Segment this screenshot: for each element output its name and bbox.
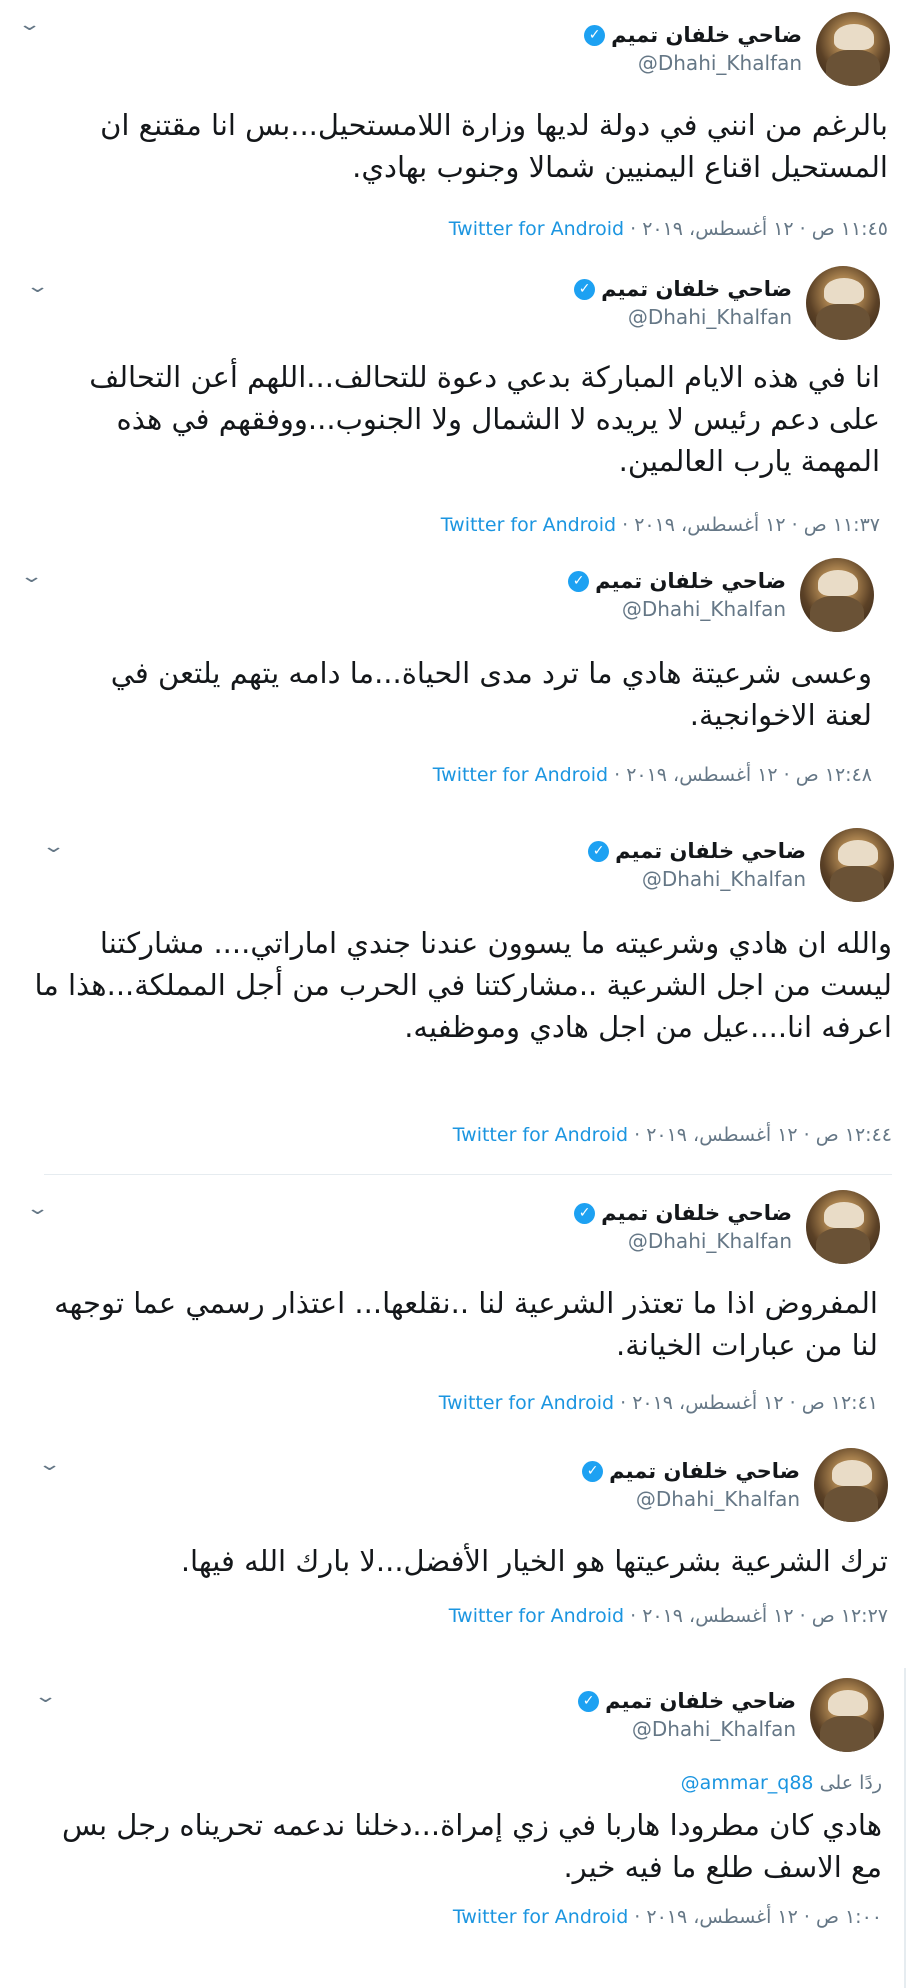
- user-handle[interactable]: @Dhahi_Khalfan: [574, 1229, 792, 1253]
- tweet-header: ضاحي خلفان تميم ✓ @Dhahi_Khalfan: [578, 1678, 884, 1752]
- user-handle[interactable]: @Dhahi_Khalfan: [568, 597, 786, 621]
- tweet-header: ضاحي خلفان تميم ✓ @Dhahi_Khalfan: [588, 828, 894, 902]
- chevron-down-icon[interactable]: ⌄: [41, 836, 65, 857]
- tweet-header: ضاحي خلفان تميم ✓ @Dhahi_Khalfan: [574, 266, 880, 340]
- verified-badge-icon: ✓: [582, 1460, 604, 1482]
- verified-badge-icon: ✓: [574, 1202, 596, 1224]
- reply-mention-link[interactable]: @ammar_q88: [681, 1772, 814, 1794]
- verified-badge-icon: ✓: [568, 570, 590, 592]
- tweet-timestamp[interactable]: ١٢:٤٤ ص · ١٢ أغسطس، ٢٠١٩ · Twitter for A…: [453, 1124, 892, 1146]
- verified-badge-icon: ✓: [574, 278, 596, 300]
- display-name[interactable]: ضاحي خلفان تميم: [605, 1689, 796, 1713]
- client-link[interactable]: Twitter for Android: [453, 1906, 628, 1928]
- client-link[interactable]: Twitter for Android: [439, 1392, 614, 1414]
- display-name[interactable]: ضاحي خلفان تميم: [609, 1459, 800, 1483]
- avatar[interactable]: [806, 1190, 880, 1264]
- chevron-down-icon[interactable]: ⌄: [25, 276, 49, 297]
- avatar[interactable]: [814, 1448, 888, 1522]
- chevron-down-icon[interactable]: ⌄: [37, 1454, 61, 1475]
- tweet-text: وعسى شرعيتة هادي ما ترد مدى الحياة...ما …: [110, 656, 872, 732]
- display-name[interactable]: ضاحي خلفان تميم: [595, 569, 786, 593]
- user-handle[interactable]: @Dhahi_Khalfan: [584, 51, 802, 75]
- reply-context: ردًا على @ammar_q88: [680, 1772, 882, 1794]
- tweet-timestamp[interactable]: ١:٠٠ ص · ١٢ أغسطس، ٢٠١٩ · Twitter for An…: [453, 1906, 882, 1928]
- scroll-edge: [904, 1668, 906, 1988]
- tweet-header: ضاحي خلفان تميم ✓ @Dhahi_Khalfan: [584, 12, 890, 86]
- divider: [44, 1174, 892, 1175]
- display-name[interactable]: ضاحي خلفان تميم: [615, 839, 806, 863]
- avatar[interactable]: [806, 266, 880, 340]
- tweet-timestamp[interactable]: ١١:٤٥ ص · ١٢ أغسطس، ٢٠١٩ · Twitter for A…: [449, 218, 888, 240]
- avatar[interactable]: [800, 558, 874, 632]
- verified-badge-icon: ✓: [588, 840, 610, 862]
- tweet-header: ضاحي خلفان تميم ✓ @Dhahi_Khalfan: [574, 1190, 880, 1264]
- user-handle[interactable]: @Dhahi_Khalfan: [574, 305, 792, 329]
- chevron-down-icon[interactable]: ⌄: [25, 1198, 49, 1219]
- tweet-text: المفروض اذا ما تعتذر الشرعية لنا ..نقلعه…: [54, 1286, 878, 1362]
- tweet-header: ضاحي خلفان تميم ✓ @Dhahi_Khalfan: [568, 558, 874, 632]
- tweet-text: هادي كان مطرودا هاربا في زي إمراة...دخلن…: [62, 1808, 882, 1884]
- avatar[interactable]: [816, 12, 890, 86]
- avatar[interactable]: [820, 828, 894, 902]
- tweet-text: والله ان هادي وشرعيته ما يسوون عندنا جند…: [34, 926, 892, 1044]
- display-name[interactable]: ضاحي خلفان تميم: [611, 23, 802, 47]
- user-handle[interactable]: @Dhahi_Khalfan: [578, 1717, 796, 1741]
- tweet-text: ترك الشرعية بشرعيتها هو الخيار الأفضل...…: [180, 1544, 888, 1578]
- tweet-timestamp[interactable]: ١٢:٢٧ ص · ١٢ أغسطس، ٢٠١٩ · Twitter for A…: [449, 1605, 888, 1627]
- user-handle[interactable]: @Dhahi_Khalfan: [582, 1487, 800, 1511]
- client-link[interactable]: Twitter for Android: [453, 1124, 628, 1146]
- avatar[interactable]: [810, 1678, 884, 1752]
- tweet-timestamp[interactable]: ١٢:٤٨ ص · ١٢ أغسطس، ٢٠١٩ · Twitter for A…: [433, 764, 872, 786]
- chevron-down-icon[interactable]: ⌄: [17, 14, 41, 35]
- client-link[interactable]: Twitter for Android: [449, 218, 624, 240]
- user-handle[interactable]: @Dhahi_Khalfan: [588, 867, 806, 891]
- client-link[interactable]: Twitter for Android: [449, 1605, 624, 1627]
- tweet-timestamp[interactable]: ١٢:٤١ ص · ١٢ أغسطس، ٢٠١٩ · Twitter for A…: [439, 1392, 878, 1414]
- verified-badge-icon: ✓: [584, 24, 606, 46]
- tweet-text: بالرغم من انني في دولة لديها وزارة اللام…: [100, 108, 888, 184]
- client-link[interactable]: Twitter for Android: [441, 514, 616, 536]
- chevron-down-icon[interactable]: ⌄: [33, 1686, 57, 1707]
- tweet-timestamp[interactable]: ١١:٣٧ ص · ١٢ أغسطس، ٢٠١٩ · Twitter for A…: [441, 514, 880, 536]
- verified-badge-icon: ✓: [578, 1690, 600, 1712]
- chevron-down-icon[interactable]: ⌄: [19, 566, 43, 587]
- tweet-text: انا في هذه الايام المباركة بدعي دعوة للت…: [89, 360, 880, 478]
- client-link[interactable]: Twitter for Android: [433, 764, 608, 786]
- display-name[interactable]: ضاحي خلفان تميم: [601, 1201, 792, 1225]
- display-name[interactable]: ضاحي خلفان تميم: [601, 277, 792, 301]
- tweet-header: ضاحي خلفان تميم ✓ @Dhahi_Khalfan: [582, 1448, 888, 1522]
